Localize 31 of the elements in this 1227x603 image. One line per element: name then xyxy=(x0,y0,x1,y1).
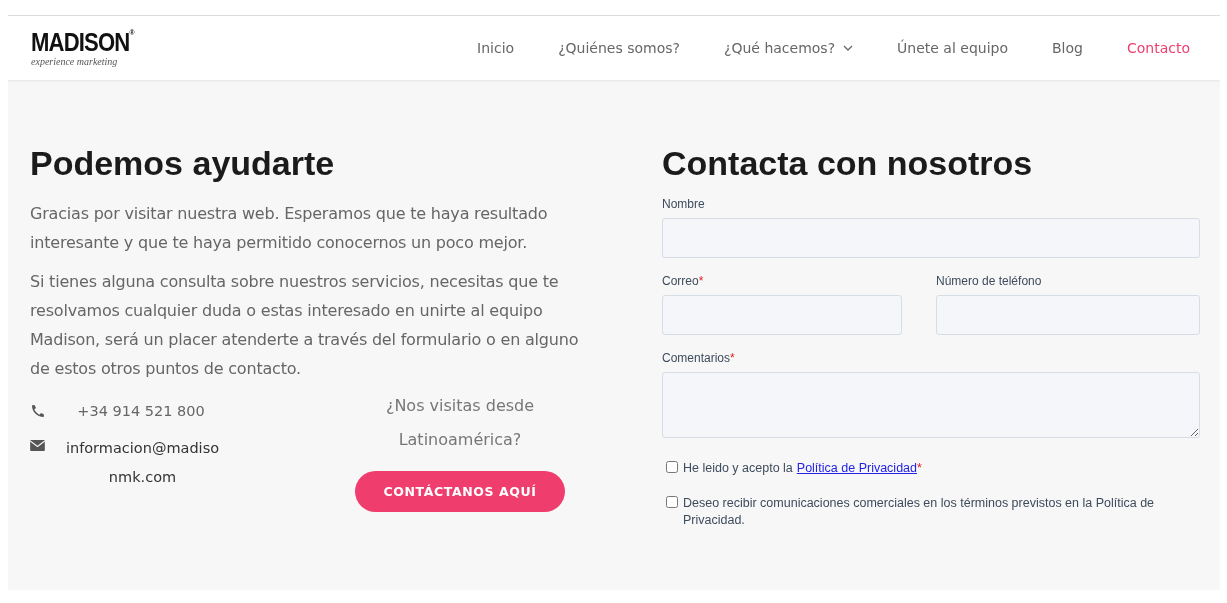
field-label: Nombre xyxy=(662,197,706,211)
section-heading: Contacta con nosotros xyxy=(662,144,1034,183)
consent-checkbox[interactable] xyxy=(666,461,678,473)
field-label: Comentarios* xyxy=(662,351,736,365)
input-field[interactable] xyxy=(662,295,902,335)
nav-link[interactable]: Únete al equipo xyxy=(897,40,1008,56)
nav-link[interactable]: Inicio xyxy=(477,40,515,56)
phone-icon xyxy=(30,403,46,419)
input-field[interactable] xyxy=(936,295,1200,335)
contact-link[interactable]: +34 914 521 800 xyxy=(66,397,216,426)
consent-text: Deseo recibir comunicaciones comerciales en los términos previstos en la Política de Privacidad. xyxy=(683,495,1156,529)
privacy-policy-link[interactable]: Política de Privacidad xyxy=(796,461,917,475)
contact-link[interactable]: informacion@madisonmk.com xyxy=(65,434,220,492)
madison-logo[interactable]: MADISON$^{®}$ experience marketing xyxy=(31,29,152,67)
envelope-icon xyxy=(30,440,45,451)
field-label: Número de teléfono xyxy=(936,274,1043,288)
intro-paragraph: Gracias por visitar nuestra web. Esperamos que te haya resultado interesante y que te haya permitido conocernos un poco mejor. xyxy=(30,203,549,254)
consent-text: He leido y acepto la Política de Privacidad* xyxy=(683,460,922,477)
latam-question: ¿Nos visitas desde Latinoamérica? xyxy=(384,395,536,451)
field-label: Correo* xyxy=(662,274,705,288)
intro-paragraph: Si tienes alguna consulta sobre nuestros servicios, necesitas que te resolvamos cualquier duda o estas interesado en unirte al equipo Madison, será un placer atenderte a través del formulario o en alguno de estos otros puntos de contacto. xyxy=(30,271,580,380)
nav-link[interactable]: Blog xyxy=(1052,40,1083,56)
nav-link[interactable]: ¿Qué hacemos? xyxy=(724,40,854,56)
section-heading: Podemos ayudarte xyxy=(30,144,336,183)
consent-checkbox[interactable] xyxy=(666,496,678,508)
contact-here-button[interactable]: CONTÁCTANOS AQUÍ xyxy=(355,471,565,512)
nav-link[interactable]: ¿Quiénes somos? xyxy=(558,40,680,56)
chevron-down-icon xyxy=(843,45,854,51)
nav-link[interactable]: Contacto xyxy=(1126,40,1190,56)
input-field[interactable] xyxy=(662,218,1200,258)
comments-field[interactable] xyxy=(662,372,1200,438)
